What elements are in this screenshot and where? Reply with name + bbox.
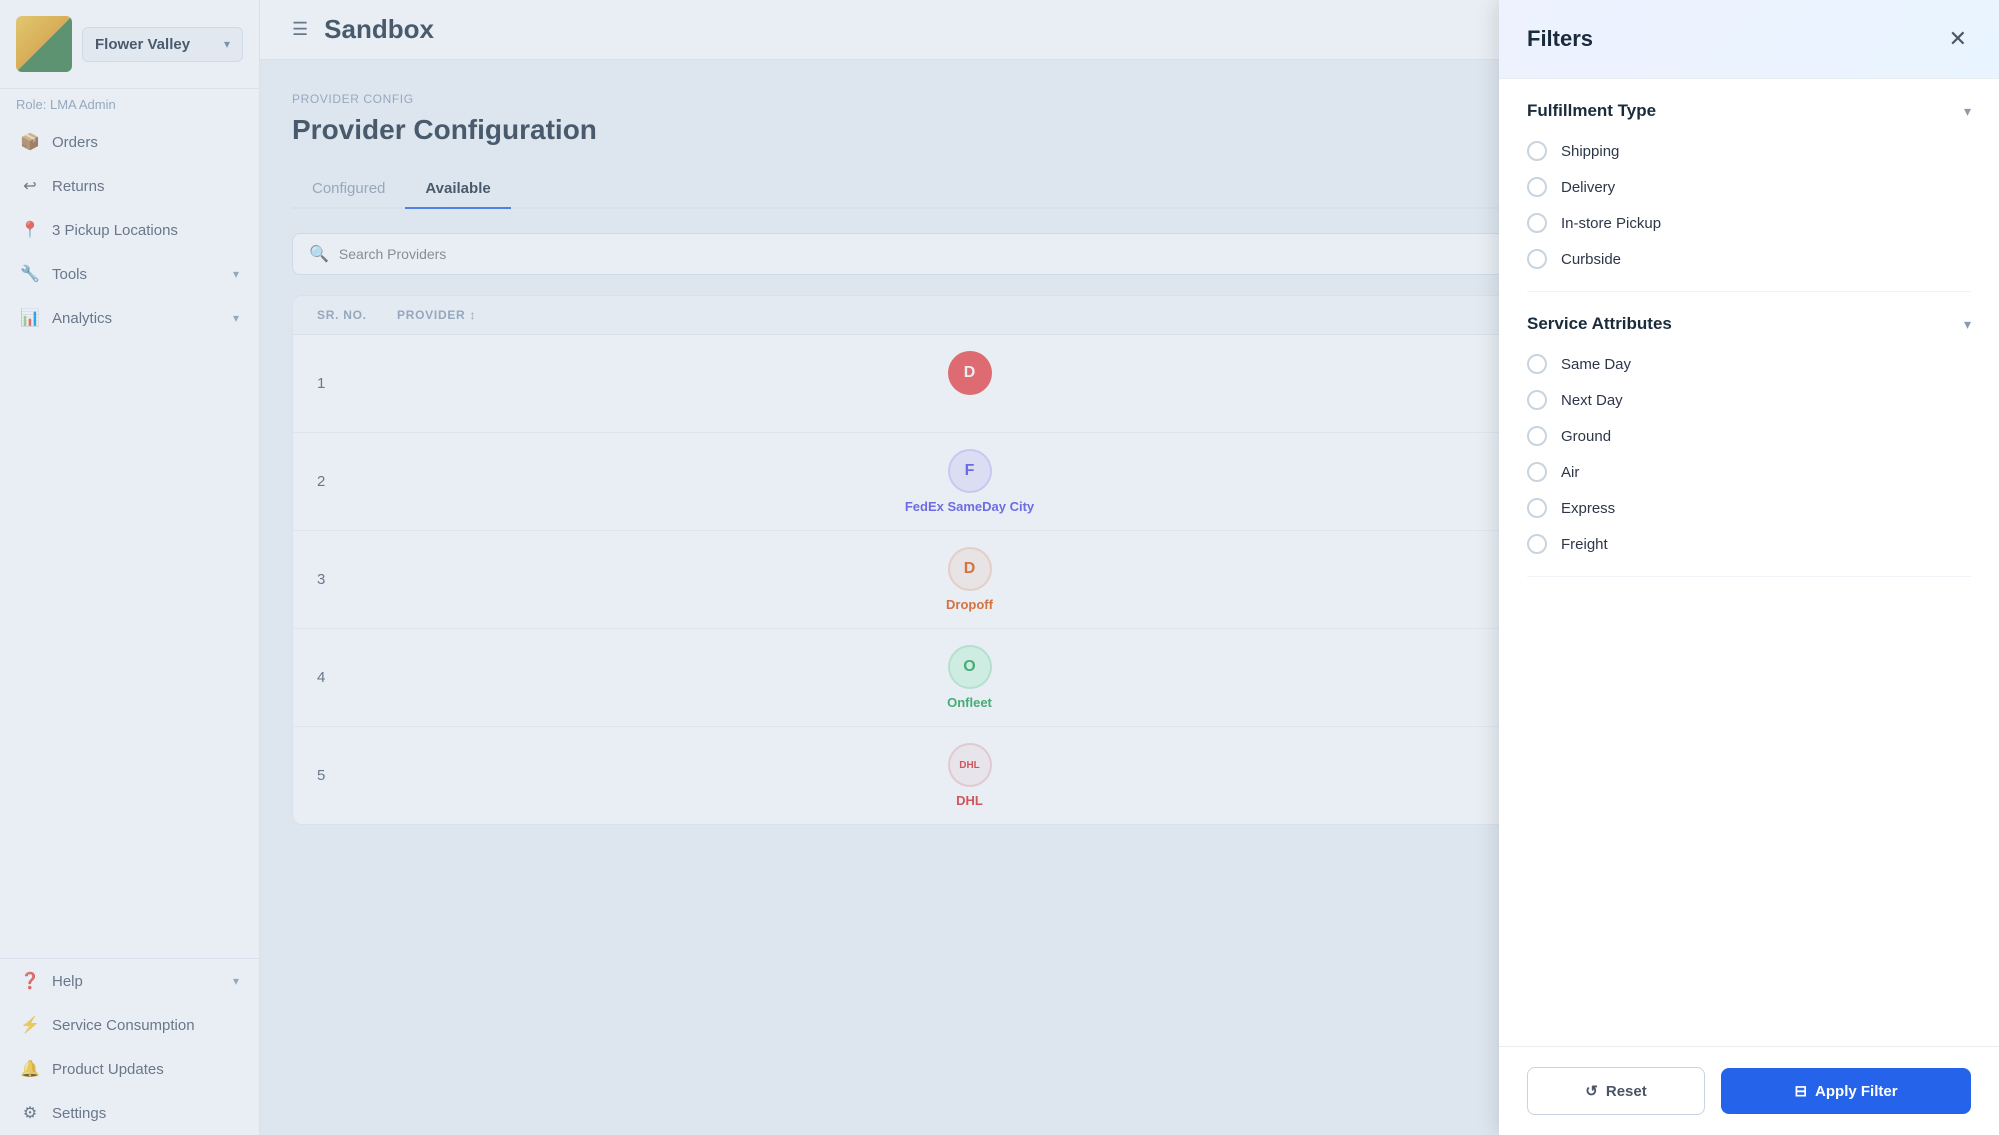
option-label-next-day: Next Day bbox=[1561, 392, 1623, 409]
option-label-curbside: Curbside bbox=[1561, 251, 1621, 268]
option-label-same-day: Same Day bbox=[1561, 356, 1631, 373]
filter-option-ground[interactable]: Ground bbox=[1527, 426, 1971, 446]
filter-option-air[interactable]: Air bbox=[1527, 462, 1971, 482]
filter-footer: ↺ Reset ⊟ Apply Filter bbox=[1499, 1046, 1999, 1135]
reset-icon: ↺ bbox=[1585, 1082, 1598, 1100]
radio-ground[interactable] bbox=[1527, 426, 1547, 446]
reset-button[interactable]: ↺ Reset bbox=[1527, 1067, 1705, 1115]
radio-shipping[interactable] bbox=[1527, 141, 1547, 161]
radio-next-day[interactable] bbox=[1527, 390, 1547, 410]
section-chevron-service-attributes-icon: ▾ bbox=[1964, 316, 1971, 333]
option-label-instore-pickup: In-store Pickup bbox=[1561, 215, 1661, 232]
radio-freight[interactable] bbox=[1527, 534, 1547, 554]
filter-panel: Filters ✕ Fulfillment Type ▾ Shipping De… bbox=[1499, 0, 1999, 1135]
filter-header: Filters ✕ bbox=[1499, 0, 1999, 79]
radio-curbside[interactable] bbox=[1527, 249, 1547, 269]
filter-section-title-fulfillment-type: Fulfillment Type bbox=[1527, 101, 1656, 121]
option-label-delivery: Delivery bbox=[1561, 179, 1615, 196]
filter-option-freight[interactable]: Freight bbox=[1527, 534, 1971, 554]
radio-express[interactable] bbox=[1527, 498, 1547, 518]
option-label-air: Air bbox=[1561, 464, 1579, 481]
filter-icon: ⊟ bbox=[1794, 1082, 1807, 1100]
option-label-ground: Ground bbox=[1561, 428, 1611, 445]
filter-option-next-day[interactable]: Next Day bbox=[1527, 390, 1971, 410]
filter-sections: Fulfillment Type ▾ Shipping Delivery In-… bbox=[1527, 79, 1971, 577]
apply-filter-button[interactable]: ⊟ Apply Filter bbox=[1721, 1068, 1971, 1114]
filter-section-service-attributes: Service Attributes ▾ Same Day Next Day G… bbox=[1527, 292, 1971, 577]
filter-options-service-attributes: Same Day Next Day Ground Air Express Fre… bbox=[1527, 354, 1971, 554]
reset-label: Reset bbox=[1606, 1083, 1647, 1100]
apply-label: Apply Filter bbox=[1815, 1083, 1898, 1100]
radio-air[interactable] bbox=[1527, 462, 1547, 482]
filter-option-shipping[interactable]: Shipping bbox=[1527, 141, 1971, 161]
option-label-shipping: Shipping bbox=[1561, 143, 1619, 160]
option-label-express: Express bbox=[1561, 500, 1615, 517]
radio-same-day[interactable] bbox=[1527, 354, 1547, 374]
filter-title: Filters bbox=[1527, 26, 1593, 52]
filter-option-same-day[interactable]: Same Day bbox=[1527, 354, 1971, 374]
filter-option-instore-pickup[interactable]: In-store Pickup bbox=[1527, 213, 1971, 233]
filter-section-title-service-attributes: Service Attributes bbox=[1527, 314, 1672, 334]
filter-options-fulfillment-type: Shipping Delivery In-store Pickup Curbsi… bbox=[1527, 141, 1971, 269]
filter-body: Fulfillment Type ▾ Shipping Delivery In-… bbox=[1499, 79, 1999, 1046]
filter-section-fulfillment-type: Fulfillment Type ▾ Shipping Delivery In-… bbox=[1527, 79, 1971, 292]
filter-close-button[interactable]: ✕ bbox=[1945, 22, 1971, 56]
filter-option-express[interactable]: Express bbox=[1527, 498, 1971, 518]
option-label-freight: Freight bbox=[1561, 536, 1608, 553]
filter-section-header-fulfillment-type[interactable]: Fulfillment Type ▾ bbox=[1527, 101, 1971, 121]
filter-section-header-service-attributes[interactable]: Service Attributes ▾ bbox=[1527, 314, 1971, 334]
section-chevron-fulfillment-type-icon: ▾ bbox=[1964, 103, 1971, 120]
filter-option-curbside[interactable]: Curbside bbox=[1527, 249, 1971, 269]
radio-instore-pickup[interactable] bbox=[1527, 213, 1547, 233]
radio-delivery[interactable] bbox=[1527, 177, 1547, 197]
filter-option-delivery[interactable]: Delivery bbox=[1527, 177, 1971, 197]
